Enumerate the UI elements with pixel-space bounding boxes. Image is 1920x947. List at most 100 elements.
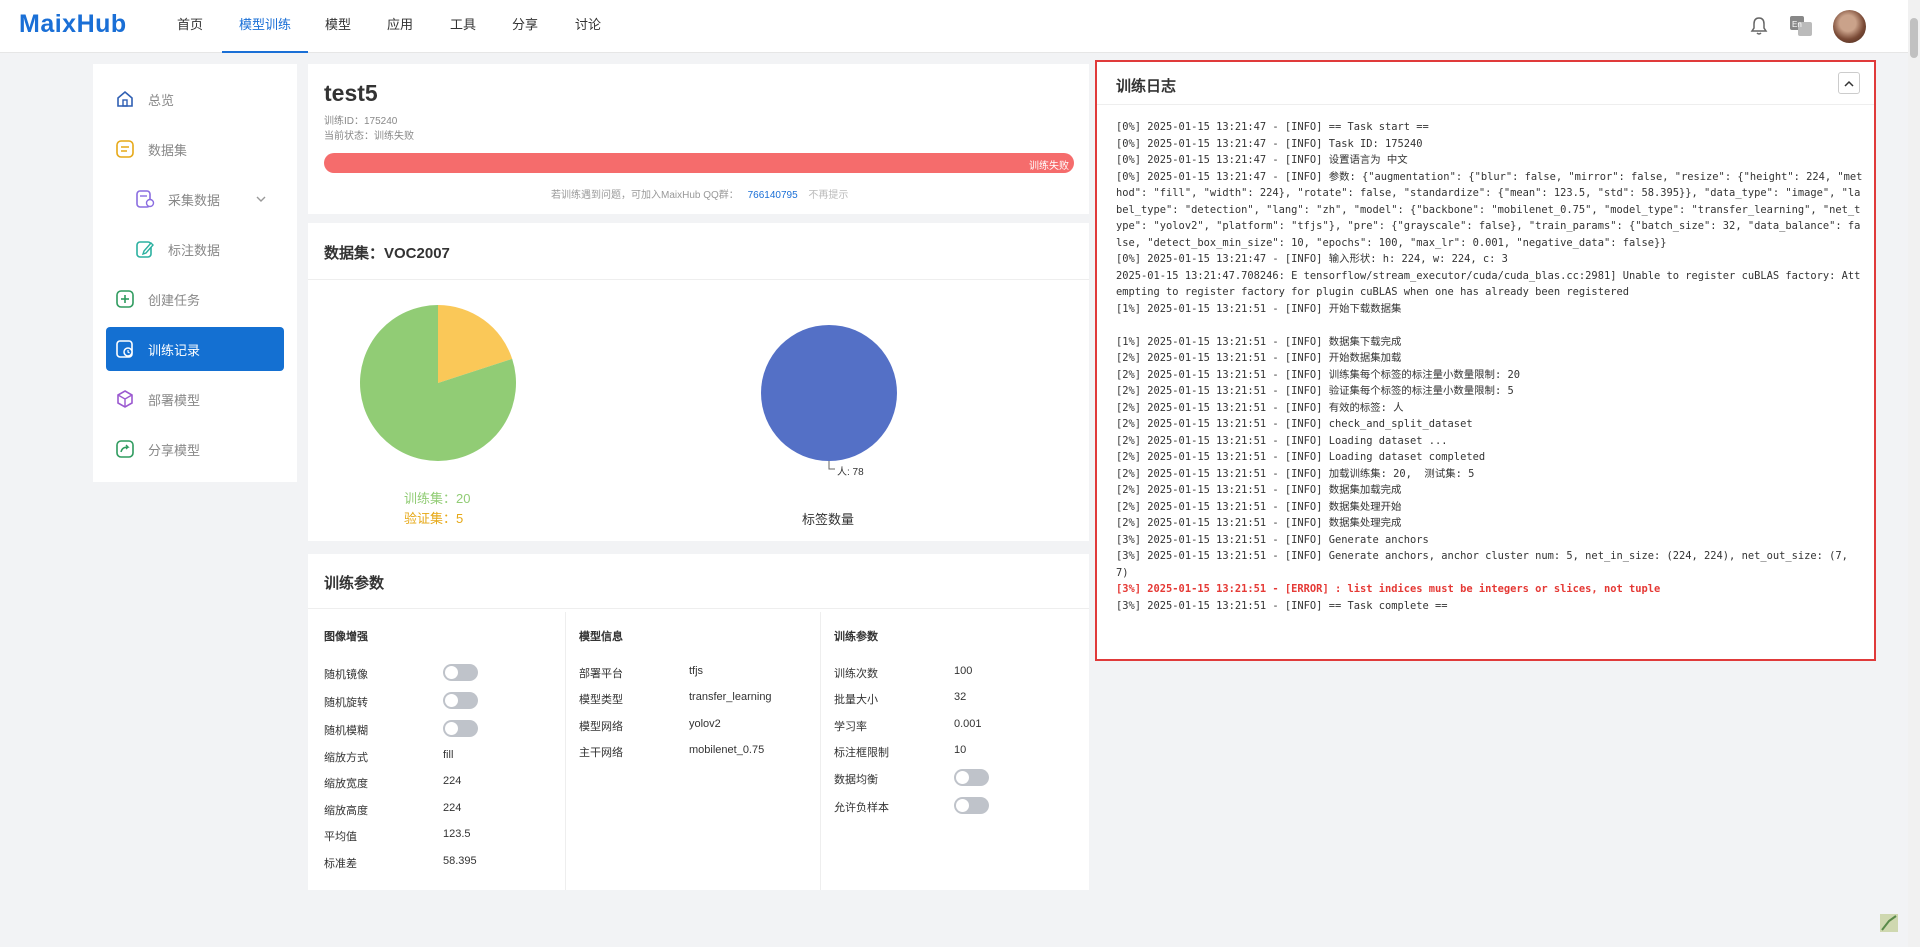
top-navbar: MaixHub 首页 模型训练 模型 应用 工具 分享 讨论 En (0, 0, 1920, 53)
log-line: [0%] 2025-01-15 13:21:47 - [INFO] 输入形状: … (1116, 253, 1508, 265)
log-line: [2%] 2025-01-15 13:21:51 - [INFO] 加载训练集:… (1116, 467, 1475, 480)
dataset-icon (114, 138, 136, 160)
model-type-value: transfer_learning (689, 691, 772, 703)
chevron-down-icon[interactable] (256, 191, 266, 206)
resize-height-value: 224 (443, 802, 462, 814)
log-line: [2%] 2025-01-15 13:21:51 - [INFO] 数据集处理完… (1116, 517, 1402, 529)
nav-home[interactable]: 首页 (175, 0, 205, 53)
log-output[interactable]: [0%] 2025-01-15 13:21:47 - [INFO] == Tas… (1116, 119, 1866, 614)
training-log-panel: 训练日志 [0%] 2025-01-15 13:21:47 - [INFO] =… (1095, 60, 1876, 661)
param-label: 随机旋转 (324, 697, 368, 709)
param-label: 标准差 (324, 858, 357, 870)
sidebar-item-training-record[interactable]: 训练记录 (106, 327, 284, 371)
log-line: [3%] 2025-01-15 13:21:51 - [INFO] Genera… (1116, 550, 1855, 579)
sidebar: 总览 数据集 采集数据 标注数据 创建任务 训练记录 部署模型 分享模型 (93, 64, 297, 482)
log-line: [3%] 2025-01-15 13:21:51 - [INFO] == Tas… (1116, 599, 1448, 612)
pie-slice-人[interactable] (761, 325, 897, 461)
param-label: 训练次数 (834, 668, 878, 680)
sidebar-item-annotate-data[interactable]: 标注数据 (106, 227, 284, 271)
param-label: 随机镜像 (324, 669, 368, 681)
log-line: [1%] 2025-01-15 13:21:51 - [INFO] 开始下载数据… (1116, 302, 1402, 315)
nav-share[interactable]: 分享 (510, 0, 540, 53)
param-label: 批量大小 (834, 694, 878, 706)
divider (308, 608, 1089, 609)
split-pie-chart (360, 305, 516, 461)
random-blur-toggle[interactable] (443, 720, 478, 737)
column-divider (820, 612, 821, 890)
sidebar-item-collect-data[interactable]: 采集数据 (106, 177, 284, 221)
param-label: 标注框限制 (834, 747, 889, 759)
training-record-icon (114, 338, 136, 360)
nav-discuss[interactable]: 讨论 (573, 0, 603, 53)
param-label: 主干网络 (579, 747, 623, 759)
sidebar-item-create-task[interactable]: 创建任务 (106, 277, 284, 321)
sidebar-item-label: 训练记录 (148, 342, 201, 358)
param-label: 平均值 (324, 831, 357, 843)
hint-text: 若训练遇到问题，可加入MaixHub QQ群： (551, 190, 739, 201)
qq-group-link[interactable]: 766140795 (748, 190, 798, 201)
qq-group-hint: 若训练遇到问题，可加入MaixHub QQ群： 766140795 不再提示 (551, 186, 848, 201)
language-icon[interactable]: En (1789, 15, 1813, 42)
random-mirror-toggle[interactable] (443, 664, 478, 681)
sidebar-item-label: 分享模型 (148, 442, 201, 458)
nav-tools[interactable]: 工具 (448, 0, 478, 53)
param-label: 缩放宽度 (324, 778, 368, 790)
resize-method-value: fill (443, 749, 454, 761)
sidebar-item-label: 总览 (148, 92, 175, 108)
train-column-title: 训练参数 (834, 631, 878, 643)
log-line: [2%] 2025-01-15 13:21:51 - [INFO] 开始数据集加… (1116, 352, 1402, 364)
sidebar-item-label: 采集数据 (168, 192, 221, 208)
aug-column-title: 图像增强 (324, 631, 368, 643)
param-label: 模型网络 (579, 721, 623, 733)
val-set-legend: 验证集：5 (404, 511, 464, 526)
user-avatar[interactable] (1833, 10, 1866, 43)
sidebar-item-overview[interactable]: 总览 (106, 77, 284, 121)
net-type-value: yolov2 (689, 718, 721, 730)
random-rotate-toggle[interactable] (443, 692, 478, 709)
svg-text:En: En (1792, 20, 1802, 29)
param-label: 部署平台 (579, 668, 623, 680)
std-value: 58.395 (443, 855, 477, 867)
log-line: [1%] 2025-01-15 13:21:51 - [INFO] 数据集下载完… (1116, 335, 1402, 348)
sidebar-item-label: 数据集 (148, 142, 188, 158)
dismiss-hint-link[interactable]: 不再提示 (808, 190, 848, 201)
log-line: [2%] 2025-01-15 13:21:51 - [INFO] 数据集加载完… (1116, 484, 1402, 496)
maixhub-logo[interactable]: MaixHub (19, 10, 127, 39)
home-icon (114, 88, 136, 110)
param-label: 模型类型 (579, 694, 623, 706)
log-line: [2%] 2025-01-15 13:21:51 - [INFO] check_… (1116, 418, 1473, 430)
page-scrollbar[interactable] (1908, 0, 1920, 947)
sidebar-item-share-model[interactable]: 分享模型 (106, 427, 284, 471)
pie-label-line (828, 461, 835, 470)
sidebar-item-deploy-model[interactable]: 部署模型 (106, 377, 284, 421)
nav-apps[interactable]: 应用 (385, 0, 415, 53)
nav-model-training[interactable]: 模型训练 (222, 0, 308, 53)
corner-widget-icon[interactable] (1879, 913, 1899, 933)
pie-label-person: 人: 78 (837, 467, 864, 478)
sidebar-item-dataset[interactable]: 数据集 (106, 127, 284, 171)
param-label: 学习率 (834, 721, 867, 733)
resize-width-value: 224 (443, 775, 462, 787)
log-line: [2%] 2025-01-15 13:21:51 - [INFO] 验证集每个标… (1116, 385, 1514, 397)
batch-size-value: 32 (954, 691, 967, 703)
progress-status-text: 训练失败 (1029, 161, 1069, 172)
param-label: 随机模糊 (324, 725, 368, 737)
negative-samples-toggle[interactable] (954, 797, 989, 814)
chevron-up-icon (1844, 80, 1854, 87)
log-line: 2025-01-15 13:21:47.708246: E tensorflow… (1116, 269, 1861, 299)
share-icon (114, 438, 136, 460)
training-params-panel: 训练参数 图像增强 模型信息 训练参数 随机镜像 随机旋转 随机模糊 缩放方式 … (308, 554, 1089, 890)
label-chart-title: 标签数量 (802, 512, 855, 527)
log-line: [2%] 2025-01-15 13:21:51 - [INFO] 数据集处理开… (1116, 500, 1402, 513)
learning-rate-value: 0.001 (954, 718, 982, 730)
task-status: 当前状态：训练失败 (324, 131, 414, 142)
nav-models[interactable]: 模型 (323, 0, 353, 53)
data-balance-toggle[interactable] (954, 769, 989, 786)
platform-value: tfjs (689, 665, 704, 677)
collapse-button[interactable] (1838, 72, 1860, 94)
log-line: [3%] 2025-01-15 13:21:51 - [INFO] Genera… (1116, 533, 1429, 546)
cube-icon (114, 388, 136, 410)
bell-icon[interactable] (1750, 16, 1768, 41)
log-line: [0%] 2025-01-15 13:21:47 - [INFO] 参数: {"… (1116, 170, 1863, 249)
